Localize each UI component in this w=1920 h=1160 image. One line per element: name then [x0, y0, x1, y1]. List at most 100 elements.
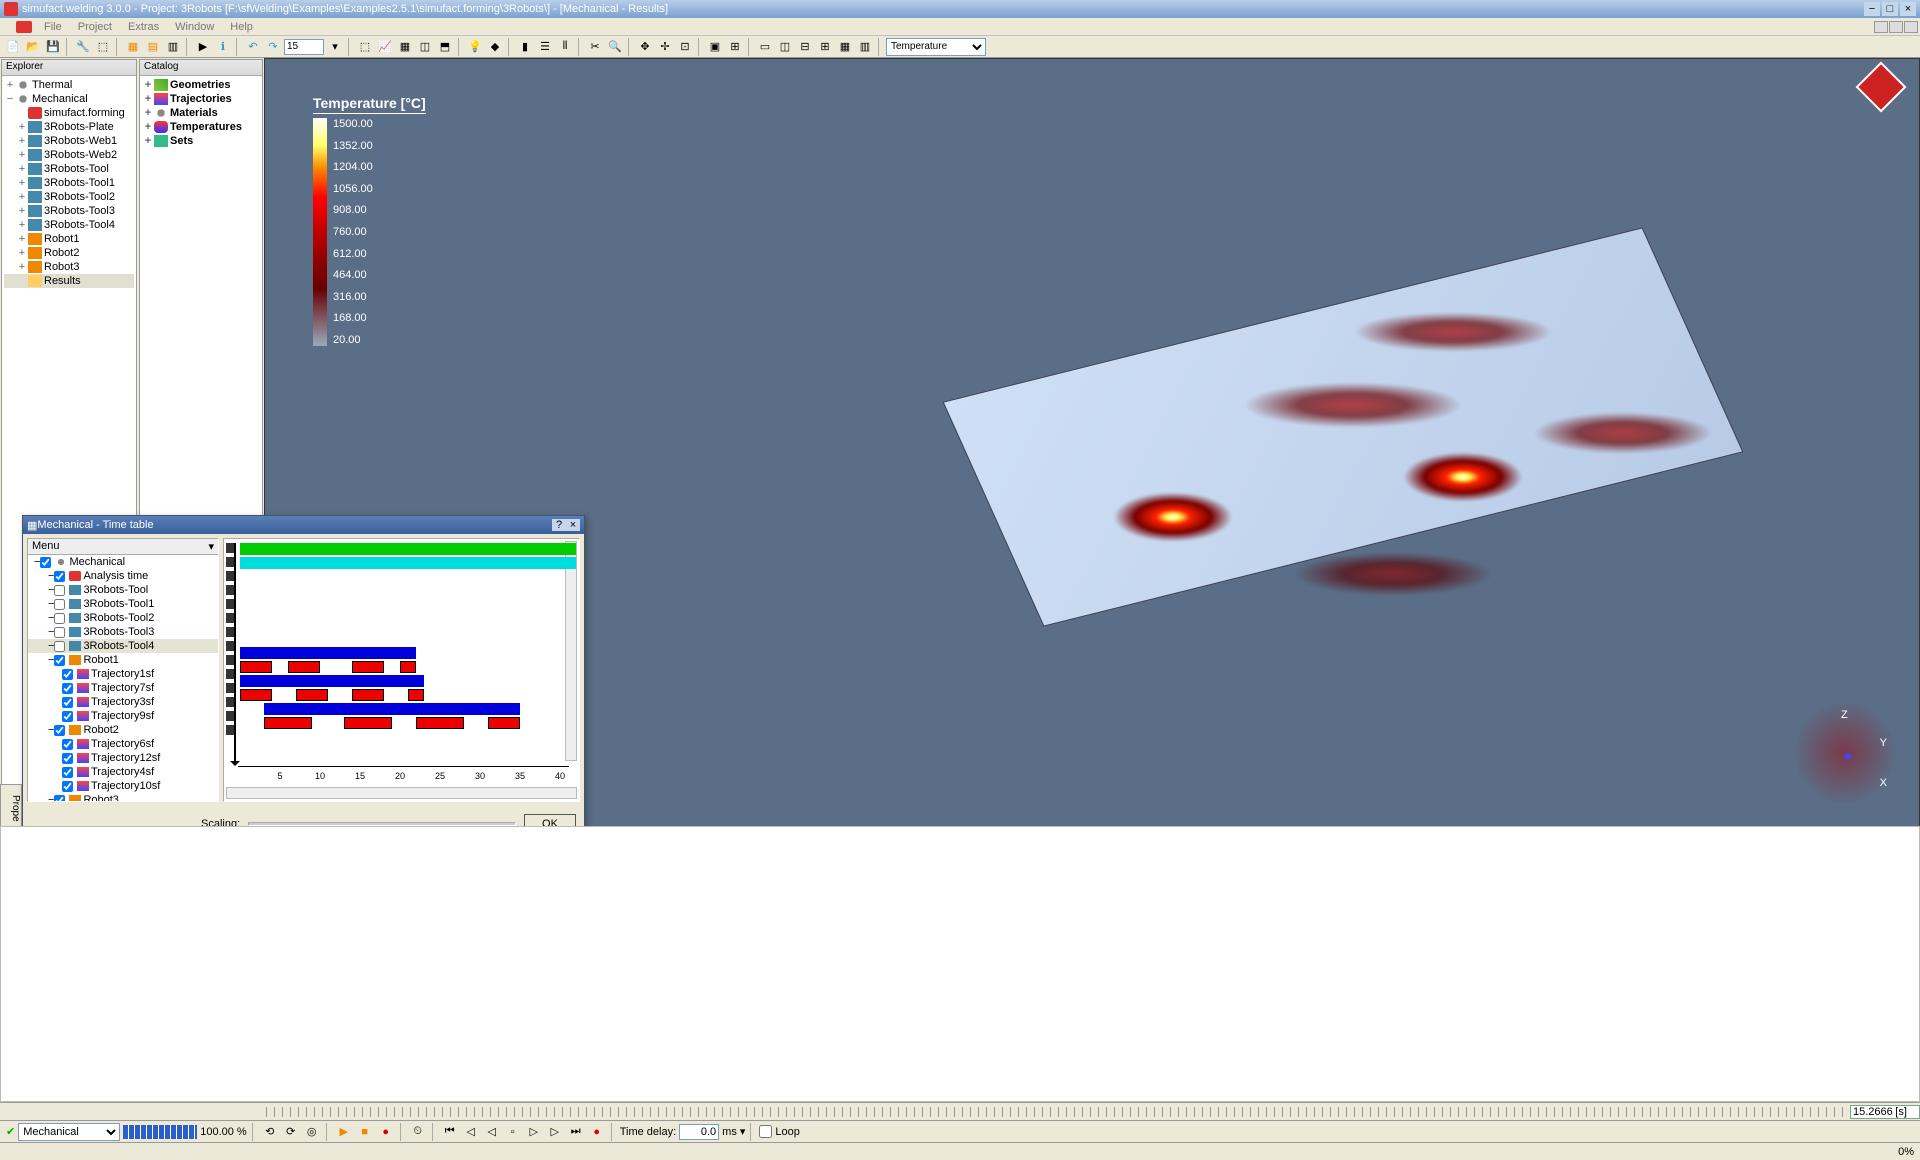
explorer-node[interactable]: −Mechanical [4, 92, 134, 106]
legend-icon[interactable]: ☰ [536, 38, 554, 56]
record-icon[interactable]: ● [377, 1123, 395, 1141]
explorer-node[interactable]: +3Robots-Tool4 [4, 218, 134, 232]
menu-help[interactable]: Help [222, 20, 261, 34]
section-icon[interactable]: ◫ [416, 38, 434, 56]
menu-file[interactable]: File [36, 20, 70, 34]
explorer-node[interactable]: +Robot2 [4, 246, 134, 260]
node-checkbox[interactable] [62, 739, 73, 750]
maximize-button[interactable]: □ [1882, 2, 1898, 16]
node-checkbox[interactable] [54, 599, 65, 610]
loop-checkbox[interactable] [759, 1125, 772, 1138]
rotate-icon[interactable]: ✥ [636, 38, 654, 56]
tool-icon[interactable]: 🔧 [74, 38, 92, 56]
edit-icon[interactable]: ▥ [164, 38, 182, 56]
explorer-node[interactable]: +3Robots-Plate [4, 120, 134, 134]
catalog-node[interactable]: +Geometries [142, 78, 260, 92]
timetable-node[interactable]: Trajectory9sf [28, 709, 218, 723]
node-checkbox[interactable] [54, 571, 65, 582]
timetable-node[interactable]: Trajectory3sf [28, 695, 218, 709]
target-icon[interactable]: ◎ [303, 1123, 321, 1141]
menu-project[interactable]: Project [70, 20, 120, 34]
gantt-bar[interactable] [416, 717, 464, 729]
result-select[interactable]: Temperature [886, 38, 986, 56]
minimize-button[interactable]: − [1864, 2, 1880, 16]
new-icon[interactable]: 📄 [4, 38, 22, 56]
step-fwd-icon[interactable]: ▷ [546, 1123, 564, 1141]
step-down-icon[interactable]: ▾ [326, 38, 344, 56]
refresh-icon[interactable]: ⟲ [261, 1123, 279, 1141]
light-icon[interactable]: 💡 [466, 38, 484, 56]
close-button[interactable]: × [1900, 2, 1916, 16]
process-select[interactable]: Mechanical [18, 1123, 120, 1141]
step-back-icon[interactable]: ◁ [462, 1123, 480, 1141]
color-icon[interactable]: ▮ [516, 38, 534, 56]
mdi-max[interactable] [1889, 21, 1903, 33]
copy-icon[interactable]: ▤ [144, 38, 162, 56]
node-checkbox[interactable] [62, 697, 73, 708]
explorer-node[interactable]: +3Robots-Tool1 [4, 176, 134, 190]
gantt-bar[interactable] [288, 661, 320, 673]
explorer-node[interactable]: +3Robots-Tool3 [4, 204, 134, 218]
timetable-node[interactable]: −Analysis time [28, 569, 218, 583]
timetable-node[interactable]: Trajectory7sf [28, 681, 218, 695]
timetable-node[interactable]: −Mechanical [28, 555, 218, 569]
gantt-bar[interactable] [352, 661, 384, 673]
timetable-node[interactable]: −3Robots-Tool3 [28, 625, 218, 639]
rec2-icon[interactable]: ● [588, 1123, 606, 1141]
skip-start-icon[interactable]: ⏮ [441, 1123, 459, 1141]
timetable-node[interactable]: −Robot2 [28, 723, 218, 737]
zoom-icon[interactable]: 🔍 [606, 38, 624, 56]
node-checkbox[interactable] [54, 585, 65, 596]
catalog-node[interactable]: +Temperatures [142, 120, 260, 134]
win4-icon[interactable]: ⊞ [816, 38, 834, 56]
play-icon[interactable]: ▷ [525, 1123, 543, 1141]
win5-icon[interactable]: ▦ [836, 38, 854, 56]
win1-icon[interactable]: ▭ [756, 38, 774, 56]
save-icon[interactable]: 💾 [44, 38, 62, 56]
node-checkbox[interactable] [54, 795, 65, 803]
info-icon[interactable]: ℹ [214, 38, 232, 56]
gantt-bar[interactable] [344, 717, 392, 729]
sync-icon[interactable]: ⟳ [282, 1123, 300, 1141]
gantt-bar[interactable] [400, 661, 416, 673]
timetable-node[interactable]: −3Robots-Tool [28, 583, 218, 597]
win6-icon[interactable]: ▥ [856, 38, 874, 56]
redo-icon[interactable]: ↷ [264, 38, 282, 56]
skip-end-icon[interactable]: ⏭ [567, 1123, 585, 1141]
menu-extras[interactable]: Extras [120, 20, 167, 34]
add-icon[interactable]: ▦ [124, 38, 142, 56]
explorer-node[interactable]: simufact.forming [4, 106, 134, 120]
timetable-node[interactable]: Trajectory1sf [28, 667, 218, 681]
clip-icon[interactable]: ⬒ [436, 38, 454, 56]
gantt-bar[interactable] [264, 717, 312, 729]
node-checkbox[interactable] [62, 753, 73, 764]
axis-compass[interactable]: Z Y X ✦ [1795, 703, 1895, 803]
catalog-node[interactable]: +Materials [142, 106, 260, 120]
timetable-node[interactable]: Trajectory6sf [28, 737, 218, 751]
view-icon[interactable]: ⬚ [356, 38, 374, 56]
rev-icon[interactable]: ◁ [483, 1123, 501, 1141]
graph-icon[interactable]: 📈 [376, 38, 394, 56]
catalog-node[interactable]: +Sets [142, 134, 260, 148]
pause-icon[interactable]: ▫ [504, 1123, 522, 1141]
timetable-node[interactable]: Trajectory4sf [28, 765, 218, 779]
explorer-node[interactable]: +Thermal [4, 78, 134, 92]
run-icon[interactable]: ▶ [194, 38, 212, 56]
mesh-icon[interactable]: ▦ [396, 38, 414, 56]
node-checkbox[interactable] [62, 767, 73, 778]
node-checkbox[interactable] [54, 725, 65, 736]
timetable-node[interactable]: −3Robots-Tool1 [28, 597, 218, 611]
timetable-node[interactable]: −3Robots-Tool4 [28, 639, 218, 653]
timetable-node[interactable]: Trajectory12sf [28, 751, 218, 765]
timeline-bar[interactable]: 15.2666 [s] [0, 1102, 1920, 1120]
menu-window[interactable]: Window [167, 20, 222, 34]
timetable-node[interactable]: Trajectory10sf [28, 779, 218, 793]
timetable-node[interactable]: −Robot3 [28, 793, 218, 802]
open-icon[interactable]: 📂 [24, 38, 42, 56]
mdi-min[interactable] [1874, 21, 1888, 33]
catalog-node[interactable]: +Trajectories [142, 92, 260, 106]
timetable-node[interactable]: −Robot1 [28, 653, 218, 667]
timetable-gantt[interactable]: 510152025303540 [223, 538, 580, 802]
explorer-node[interactable]: +3Robots-Tool [4, 162, 134, 176]
gantt-vscroll[interactable] [565, 541, 577, 761]
